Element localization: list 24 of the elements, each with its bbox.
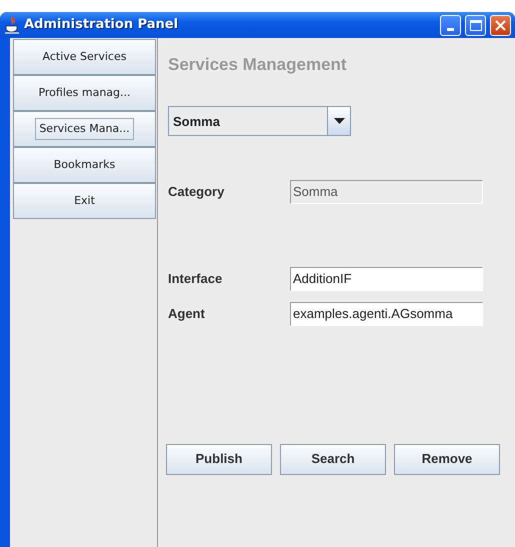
close-button[interactable] xyxy=(490,14,511,36)
minimize-button[interactable] xyxy=(440,14,461,36)
minimize-icon xyxy=(447,28,454,30)
field-label: Category xyxy=(168,182,226,201)
app-icon xyxy=(4,16,20,34)
field-label: Interface xyxy=(168,270,224,288)
panel-title: Services Management xyxy=(168,54,348,76)
maximize-button[interactable] xyxy=(465,14,486,36)
text-field[interactable]: AdditionIF xyxy=(290,266,483,290)
field-label: Agent xyxy=(168,304,206,323)
close-icon xyxy=(495,20,506,30)
service-dropdown[interactable]: Somma xyxy=(168,106,351,136)
action-button[interactable]: Search xyxy=(280,444,386,474)
sidebar-button[interactable]: Active Services xyxy=(13,39,156,75)
sidebar-button[interactable]: Profiles manag... xyxy=(13,75,156,111)
text-field[interactable]: examples.agenti.AGsomma xyxy=(290,302,483,326)
sidebar-button[interactable]: Services Mana... xyxy=(13,111,156,147)
sidebar-button[interactable]: Exit xyxy=(13,183,156,219)
maximize-icon xyxy=(470,20,482,30)
action-button[interactable]: Remove xyxy=(394,444,500,474)
caret-icon xyxy=(334,118,344,124)
sidebar-button[interactable]: Bookmarks xyxy=(13,147,156,183)
window-title: Administration Panel xyxy=(24,16,178,34)
action-button[interactable]: Publish xyxy=(166,444,272,474)
